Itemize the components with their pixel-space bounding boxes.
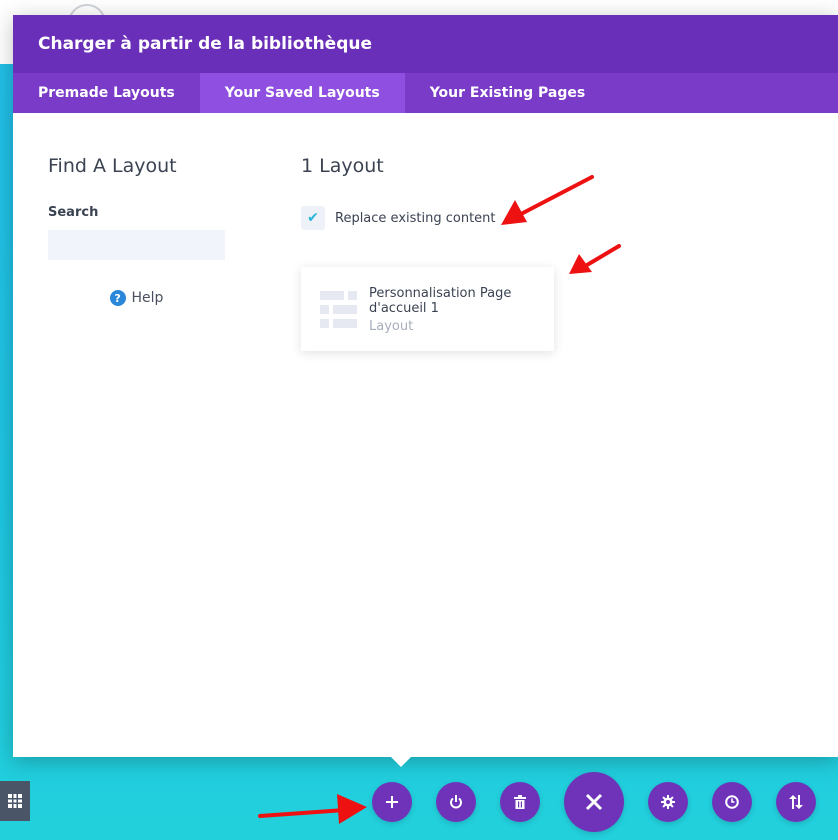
layout-count-heading: 1 Layout — [301, 155, 384, 177]
close-icon — [585, 793, 603, 811]
plus-icon — [386, 796, 398, 808]
checkmark-icon: ✔ — [307, 210, 319, 226]
grid-icon — [8, 794, 22, 808]
sort-arrows-icon — [789, 795, 803, 809]
help-label: Help — [131, 290, 164, 306]
layout-results: 1 Layout ✔ Replace existing content — [301, 155, 496, 230]
sidebar-heading: Find A Layout — [48, 155, 177, 177]
library-modal: Charger à partir de la bibliothèque Prem… — [13, 15, 838, 757]
power-button[interactable] — [436, 782, 476, 822]
layout-sidebar: Find A Layout Search ? Help — [48, 155, 228, 306]
settings-button[interactable] — [648, 782, 688, 822]
layout-thumbnail-icon — [320, 291, 358, 329]
tab-existing-pages[interactable]: Your Existing Pages — [405, 73, 610, 113]
history-button[interactable] — [712, 782, 752, 822]
annotation-arrow-icon — [569, 244, 621, 274]
replace-content-checkbox[interactable]: ✔ — [301, 206, 325, 230]
modal-pointer — [387, 753, 415, 767]
power-icon — [450, 795, 462, 809]
trash-icon — [514, 795, 526, 809]
layout-card[interactable]: Personnalisation Page d'accueil 1 Layout — [301, 267, 554, 351]
tab-saved-layouts[interactable]: Your Saved Layouts — [199, 73, 405, 113]
tab-premade-layouts[interactable]: Premade Layouts — [13, 73, 200, 113]
annotation-arrow-icon — [501, 175, 594, 225]
wireframe-toggle-button[interactable] — [0, 781, 30, 821]
question-icon: ? — [109, 290, 126, 306]
close-button[interactable] — [564, 772, 624, 832]
replace-content-option[interactable]: ✔ Replace existing content — [301, 206, 496, 230]
delete-button[interactable] — [500, 782, 540, 822]
help-link[interactable]: ? Help — [48, 290, 225, 306]
modal-title: Charger à partir de la bibliothèque — [13, 15, 838, 73]
annotation-arrow-icon — [258, 794, 367, 824]
replace-content-label: Replace existing content — [335, 210, 496, 226]
gear-icon — [661, 795, 675, 809]
add-button[interactable] — [372, 782, 412, 822]
layout-card-type: Layout — [369, 319, 414, 334]
clock-icon — [725, 795, 739, 809]
search-input[interactable] — [48, 230, 225, 260]
modal-tabs: Premade Layouts Your Saved Layouts Your … — [13, 73, 838, 113]
layout-card-title: Personnalisation Page d'accueil 1 — [369, 286, 512, 316]
portability-button[interactable] — [776, 782, 816, 822]
search-label: Search — [48, 205, 99, 220]
